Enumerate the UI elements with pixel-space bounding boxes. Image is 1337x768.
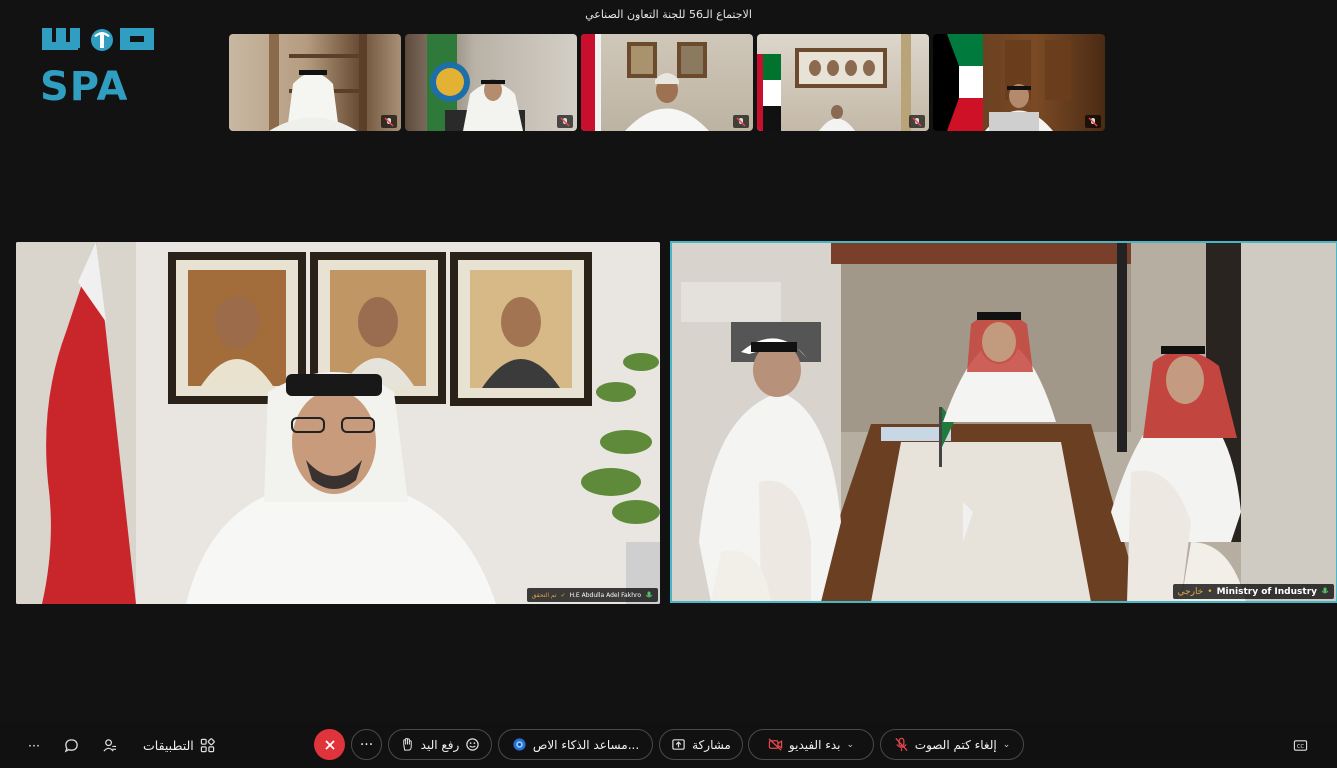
participant-name: Ministry of Industry: [1216, 586, 1317, 597]
verified-icon: ✓: [560, 591, 566, 599]
unmute-label: إلغاء كتم الصوت: [914, 737, 997, 752]
video-off-icon: [768, 738, 783, 751]
more-actions-button[interactable]: ···: [351, 729, 382, 760]
start-video-button[interactable]: بدء الفيديو ⌄: [748, 729, 874, 760]
participant-name-tag: تم التحقق ✓ H.E Abdulla Adel Fakhro: [526, 588, 658, 602]
participant-thumbnail[interactable]: [933, 34, 1105, 131]
share-icon: [672, 739, 685, 750]
apps-button[interactable]: التطبيقات: [143, 732, 215, 758]
muted-mic-icon: [1085, 115, 1101, 128]
closed-captions-button[interactable]: CC: [1293, 732, 1308, 758]
closed-captions-icon: CC: [1293, 739, 1308, 751]
unmute-button[interactable]: إلغاء كتم الصوت ⌄: [880, 729, 1024, 760]
chevron-down-icon[interactable]: ⌄: [847, 740, 855, 750]
chevron-down-icon[interactable]: ⌄: [1003, 740, 1011, 750]
mic-icon: [1321, 587, 1329, 594]
thumbnail-strip: [229, 34, 1105, 131]
video-tile-left[interactable]: تم التحقق ✓ H.E Abdulla Adel Fakhro: [16, 242, 660, 604]
svg-text:CC: CC: [1297, 743, 1305, 749]
participant-thumbnail[interactable]: [405, 34, 577, 131]
apps-icon: [200, 737, 215, 752]
participants-button[interactable]: [102, 732, 117, 758]
chat-button[interactable]: [64, 732, 79, 758]
leave-meeting-button[interactable]: [314, 729, 345, 760]
mic-off-icon: [895, 737, 908, 752]
verified-status: تم التحقق: [531, 591, 557, 599]
mic-icon: [645, 591, 653, 597]
participant-thumbnail[interactable]: [757, 34, 929, 131]
raise-hand-label: رفع اليد: [420, 737, 460, 752]
meeting-toolbar: ··· التطبيقات ··· رفع اليد مساعد الذكاء …: [0, 722, 1337, 768]
start-video-label: بدء الفيديو: [788, 737, 841, 752]
ai-assistant-icon: [513, 738, 526, 751]
participant-name: H.E Abdulla Adel Fakhro: [569, 591, 641, 599]
close-icon: [324, 739, 335, 750]
meeting-title: الاجتماع الـ56 للجنة التعاون الصناعي: [585, 8, 752, 21]
muted-mic-icon: [909, 115, 925, 128]
muted-mic-icon: [733, 115, 749, 128]
spa-logo: SPA: [40, 26, 156, 110]
external-dot-icon: •: [1207, 586, 1213, 597]
external-status: خارجي: [1177, 586, 1204, 597]
chat-icon: [64, 738, 78, 752]
more-options-button[interactable]: ···: [28, 732, 40, 758]
spa-logo-text: SPA: [40, 64, 128, 106]
participants-icon: [103, 738, 117, 752]
emoji-icon: [466, 738, 480, 751]
ai-assistant-label: مساعد الذكاء الاص...: [532, 737, 640, 752]
participant-name-tag: خارجي • Ministry of Industry: [1172, 584, 1334, 599]
participant-thumbnail[interactable]: [229, 34, 401, 131]
more-options-label: ···: [28, 737, 40, 753]
muted-mic-icon: [557, 115, 573, 128]
video-tile-right[interactable]: خارجي • Ministry of Industry: [670, 241, 1337, 603]
muted-mic-icon: [381, 115, 397, 128]
participant-thumbnail[interactable]: [581, 34, 753, 131]
hand-icon: [402, 737, 412, 751]
share-button[interactable]: مشاركة: [659, 729, 743, 760]
more-actions-label: ···: [359, 736, 374, 753]
raise-hand-button[interactable]: رفع اليد: [388, 729, 492, 760]
apps-label: التطبيقات: [143, 737, 194, 753]
share-label: مشاركة: [692, 737, 731, 752]
ai-assistant-button[interactable]: مساعد الذكاء الاص...: [498, 729, 653, 760]
